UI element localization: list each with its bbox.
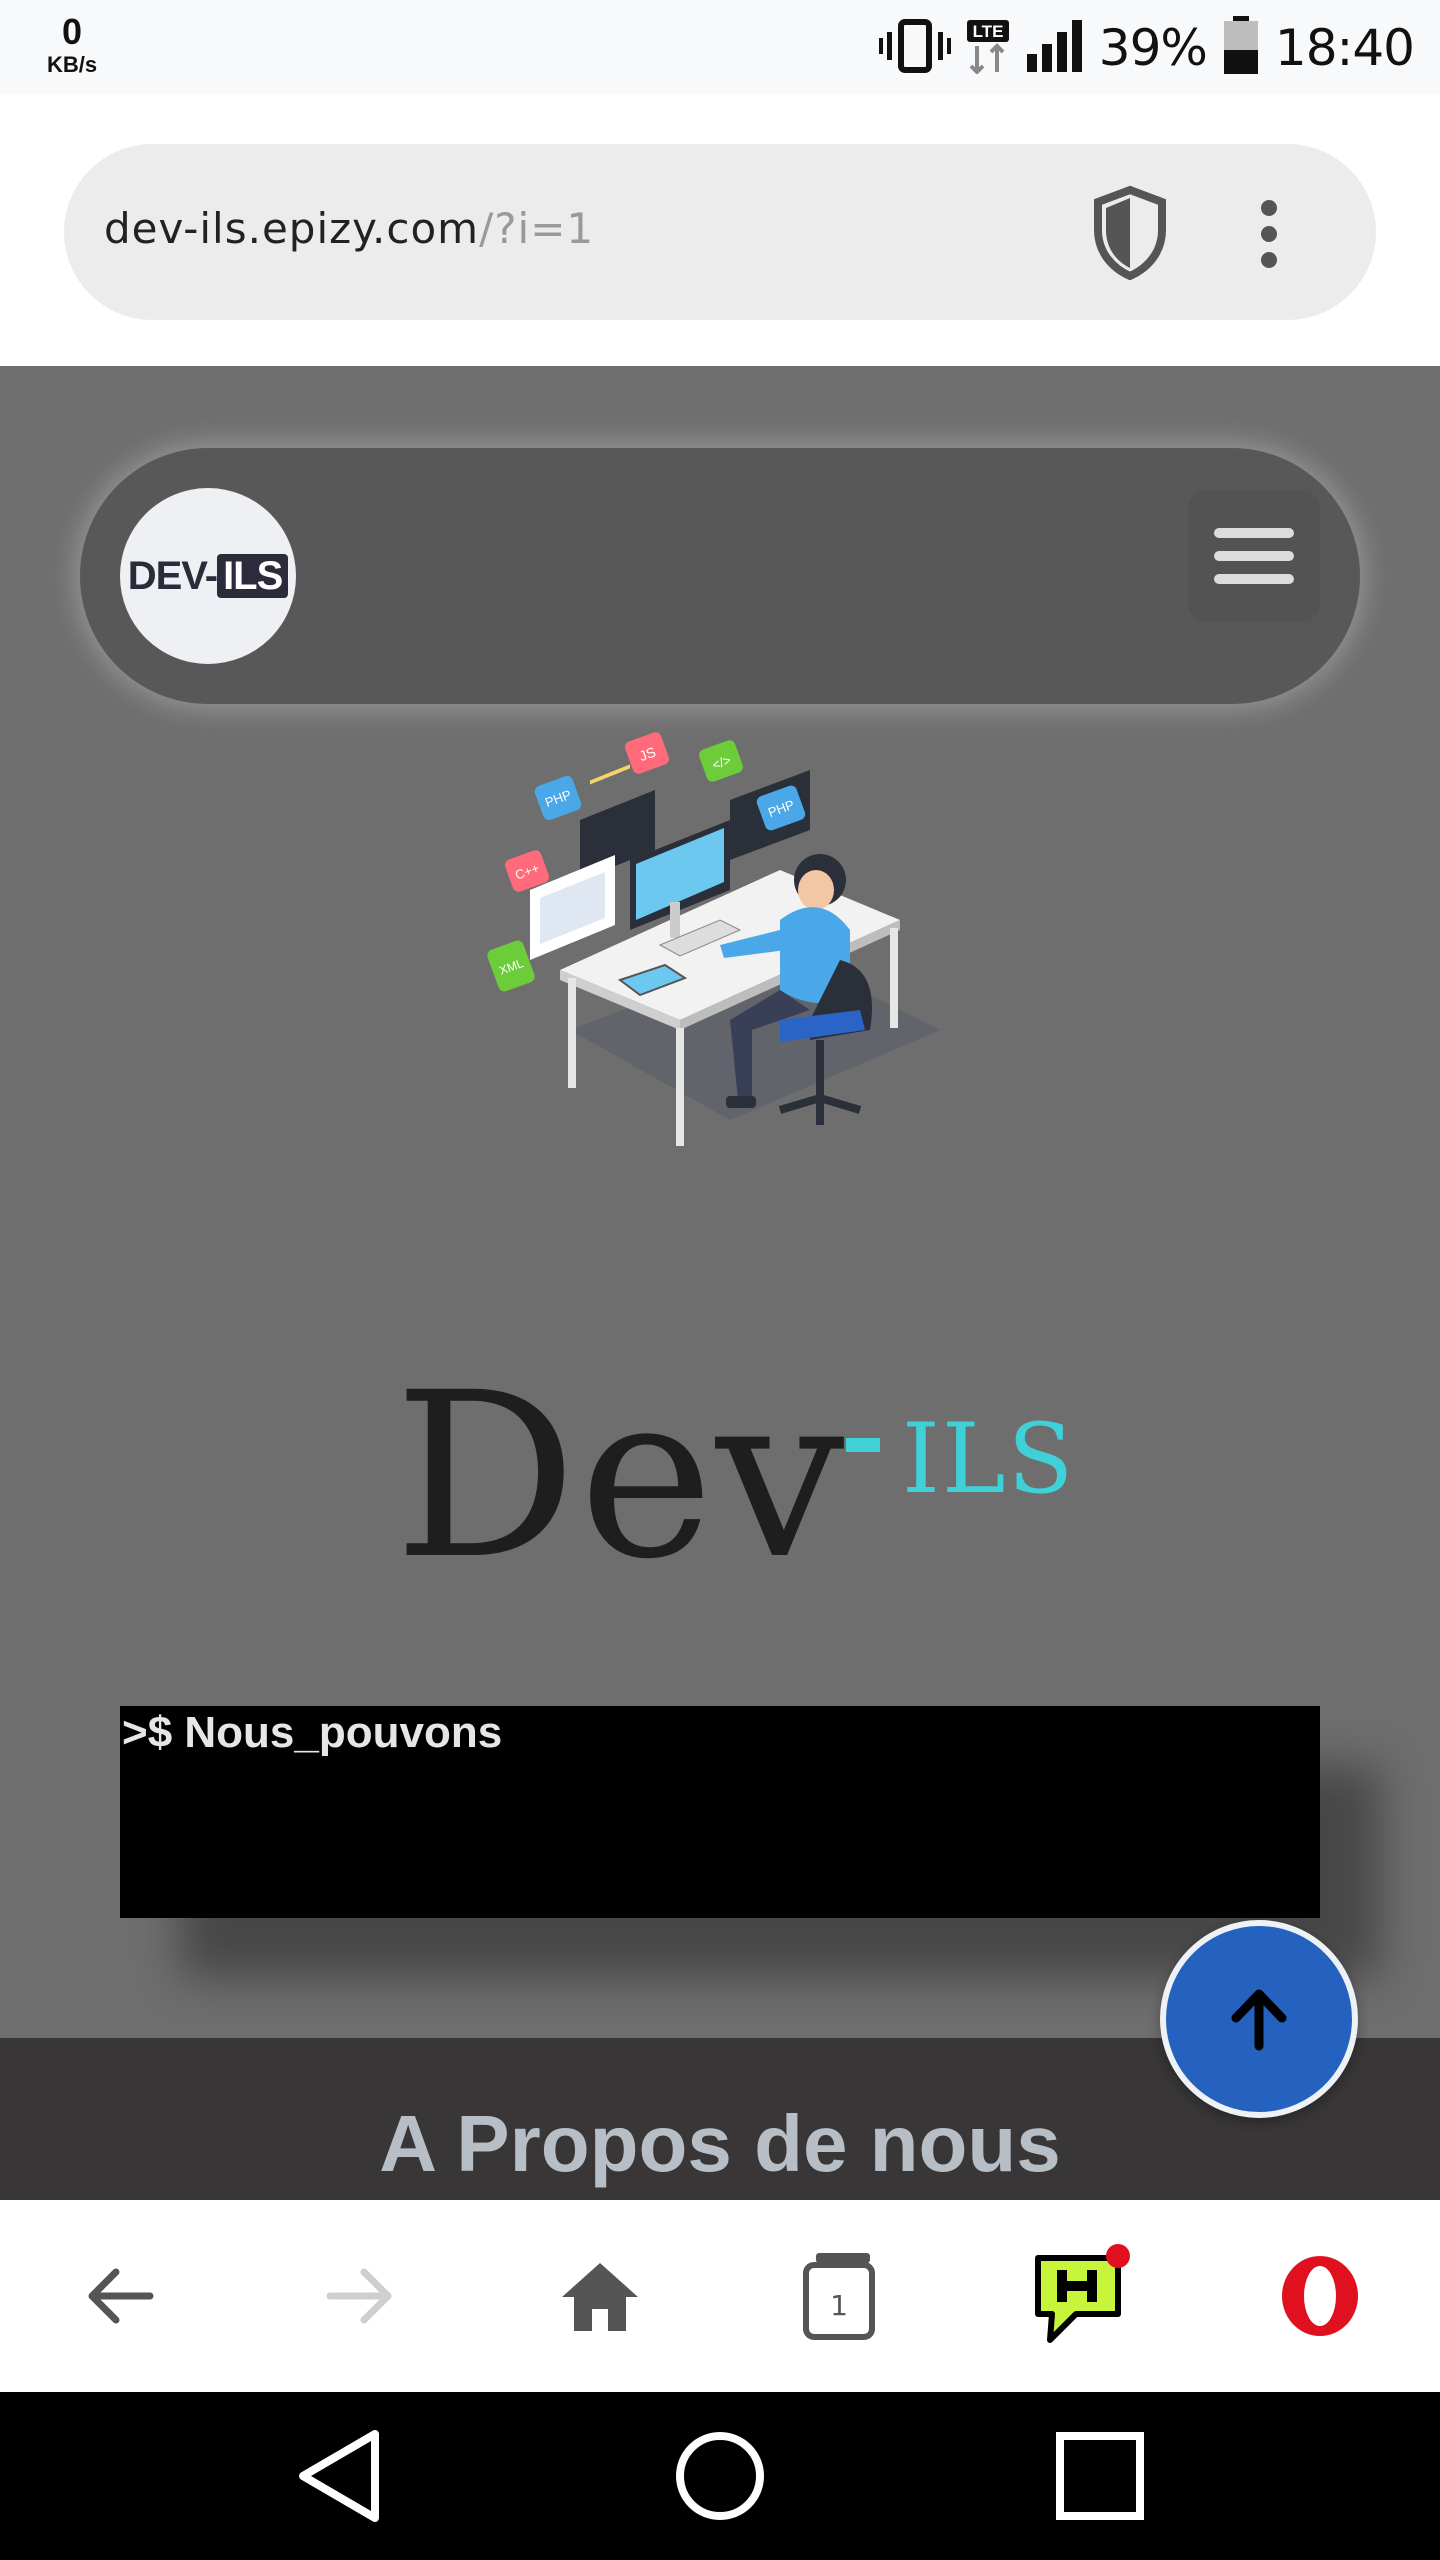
js-tag: JS (625, 732, 669, 774)
hero-title-dash (846, 1438, 880, 1452)
hype-button[interactable] (960, 2200, 1200, 2392)
network-speed: 0 KB/s (40, 12, 104, 78)
lte-label: LTE (972, 22, 1003, 41)
php-tag: PHP (534, 775, 582, 821)
browser-toolbar: dev-ils.epizy.com/?i=1 (0, 94, 1440, 366)
system-nav-bar (0, 2392, 1440, 2560)
system-home-button[interactable] (600, 2392, 840, 2560)
logo-text-ils: ILS (217, 553, 289, 598)
signal-icon (1025, 18, 1085, 79)
lte-icon: LTE (965, 18, 1011, 79)
opera-menu-button[interactable] (1200, 2200, 1440, 2392)
vibrate-icon (878, 18, 951, 79)
back-arrow-icon (88, 2268, 154, 2324)
site-logo[interactable]: DEV- ILS (120, 488, 296, 664)
xml-tag: XML (487, 940, 535, 992)
clock: 18:40 (1274, 19, 1415, 77)
square-recents-icon (1056, 2432, 1144, 2520)
status-bar: 0 KB/s LTE 39% 18:40 (0, 0, 1440, 94)
home-button[interactable] (480, 2200, 720, 2392)
browser-bottom-bar: 1 (0, 2200, 1440, 2392)
hero-title: Dev ILS (394, 1343, 1094, 1609)
opera-logo-icon (1282, 2256, 1358, 2336)
tabs-button[interactable]: 1 (720, 2200, 960, 2392)
tab-count: 1 (830, 2289, 848, 2322)
url-query: /?i=1 (479, 204, 595, 253)
forward-button[interactable] (240, 2200, 480, 2392)
code-tag: </> (699, 740, 743, 782)
system-recents-button[interactable] (980, 2392, 1220, 2560)
site-navbar: DEV- ILS (80, 448, 1360, 704)
network-speed-value: 0 (61, 11, 83, 52)
battery-percent: 39% (1098, 19, 1208, 77)
typing-terminal: >$ Nous_pouvons (120, 1706, 1320, 1918)
arrow-up-icon (1231, 1989, 1287, 2051)
system-back-button[interactable] (220, 2392, 460, 2560)
address-bar[interactable]: dev-ils.epizy.com/?i=1 (64, 144, 1376, 320)
back-button[interactable] (0, 2200, 240, 2392)
shield-icon[interactable] (1088, 184, 1172, 281)
hamburger-line (1214, 551, 1294, 561)
circle-home-icon (676, 2432, 764, 2520)
menu-toggle-button[interactable] (1188, 490, 1320, 622)
home-icon (562, 2263, 638, 2331)
more-options-icon[interactable] (1254, 198, 1284, 270)
triangle-back-icon (299, 2430, 379, 2522)
hero-title-main: Dev (394, 1343, 847, 1609)
hamburger-line (1214, 528, 1294, 538)
developer-illustration: JS PHP </> PHP C++ XML (480, 730, 960, 1170)
url-text[interactable]: dev-ils.epizy.com/?i=1 (104, 204, 594, 253)
forward-arrow-icon (326, 2268, 392, 2324)
battery-icon (1221, 15, 1261, 81)
hero-title-accent: ILS (902, 1403, 1076, 1515)
web-page: DEV- ILS JS PHP </> PHP C++ XML Dev ILS … (0, 366, 1440, 2200)
hype-chat-icon (1035, 2244, 1130, 2343)
tabs-icon: 1 (803, 2253, 875, 2340)
terminal-text: >$ Nous_pouvons (122, 1708, 503, 1757)
hamburger-line (1214, 574, 1294, 584)
network-speed-unit: KB/s (46, 52, 98, 77)
url-host: dev-ils.epizy.com (104, 204, 480, 253)
status-icons: LTE 39% 18:40 (878, 15, 1415, 81)
logo-text-dev: DEV- (127, 553, 218, 598)
scroll-to-top-button[interactable] (1160, 1920, 1358, 2118)
